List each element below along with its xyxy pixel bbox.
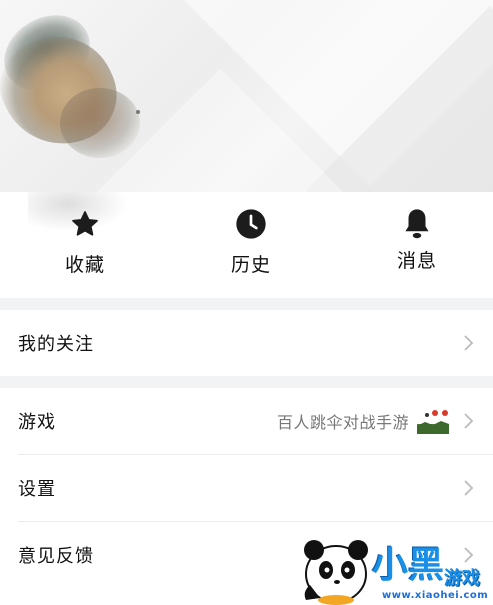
menu-item-follow[interactable]: 我的关注 [0, 310, 493, 376]
watermark-brand: 小黑 [372, 545, 445, 586]
clock-icon [235, 208, 267, 240]
bell-icon [401, 208, 433, 240]
favorites-button[interactable]: 收藏 [40, 208, 130, 277]
profile-header-banner [0, 0, 493, 192]
watermark-url: www.xiaohei.com [382, 590, 489, 601]
favorites-label: 收藏 [64, 254, 105, 276]
history-label: 历史 [230, 254, 271, 276]
site-watermark: 小黑 游戏 www.xiaohei.com [296, 530, 493, 605]
menu-item-label: 游戏 [18, 412, 56, 433]
menu-item-label: 设置 [18, 479, 56, 500]
chevron-right-icon [464, 413, 474, 429]
section-gap [0, 298, 493, 310]
history-button[interactable]: 历史 [206, 208, 296, 277]
panda-mascot-logo [304, 540, 368, 605]
menu-item-label: 我的关注 [18, 334, 94, 355]
quick-actions-bar: 收藏 历史 消息 [0, 192, 493, 298]
messages-button[interactable]: 消息 [372, 208, 462, 273]
watermark-brand-suffix: 游戏 [444, 568, 480, 589]
game-thumbnail [417, 408, 449, 434]
messages-label: 消息 [396, 250, 437, 272]
menu-item-settings[interactable]: 设置 [0, 455, 493, 521]
section-gap [0, 376, 493, 388]
menu-item-games[interactable]: 游戏 百人跳伞对战手游 [0, 388, 493, 454]
game-promo-text: 百人跳伞对战手游 [276, 413, 409, 432]
chevron-right-icon [464, 480, 474, 496]
star-icon [69, 208, 101, 240]
avatar[interactable] [0, 0, 140, 168]
chevron-right-icon [464, 335, 474, 351]
